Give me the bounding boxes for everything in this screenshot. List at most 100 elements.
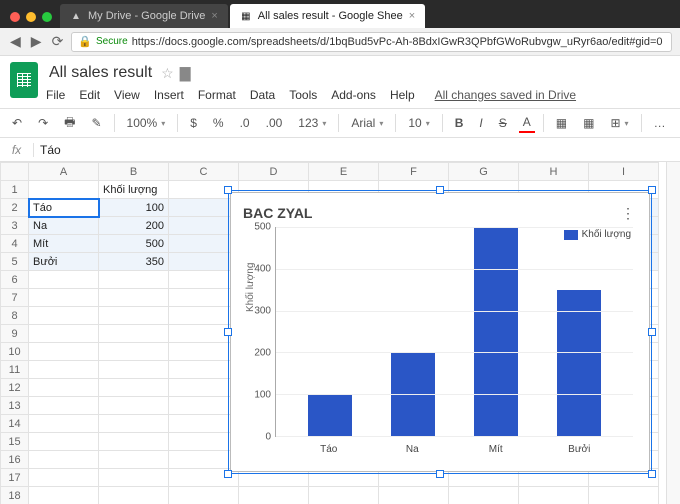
explore-sidebar-collapsed[interactable] xyxy=(666,162,680,504)
strikethrough-button[interactable]: S xyxy=(495,114,511,132)
cell[interactable] xyxy=(169,397,239,415)
cell[interactable] xyxy=(169,379,239,397)
row-header[interactable]: 11 xyxy=(1,361,29,379)
cell[interactable] xyxy=(169,253,239,271)
row-header[interactable]: 4 xyxy=(1,235,29,253)
row-header[interactable]: 10 xyxy=(1,343,29,361)
folder-icon[interactable]: ▇ xyxy=(180,65,191,82)
chart-menu-icon[interactable]: ⋮ xyxy=(621,205,635,222)
cell[interactable] xyxy=(519,487,589,504)
row-header[interactable]: 8 xyxy=(1,307,29,325)
cell[interactable] xyxy=(99,343,169,361)
row-header[interactable]: 2 xyxy=(1,199,29,217)
close-tab-icon[interactable]: × xyxy=(211,10,217,22)
row-header[interactable]: 3 xyxy=(1,217,29,235)
cell[interactable] xyxy=(449,487,519,504)
cell[interactable] xyxy=(169,217,239,235)
redo-button[interactable]: ↷ xyxy=(34,114,52,132)
forward-button[interactable]: ▶ xyxy=(29,33,44,50)
cell[interactable] xyxy=(169,469,239,487)
row-header[interactable]: 13 xyxy=(1,397,29,415)
row-header[interactable]: 5 xyxy=(1,253,29,271)
column-header[interactable]: I xyxy=(589,163,659,181)
cell[interactable] xyxy=(29,325,99,343)
cell[interactable] xyxy=(99,415,169,433)
select-all-cell[interactable] xyxy=(1,163,29,181)
row-header[interactable]: 1 xyxy=(1,181,29,199)
document-title[interactable]: All sales result xyxy=(46,62,155,84)
cell[interactable] xyxy=(99,397,169,415)
decrease-decimal-button[interactable]: .0 xyxy=(236,114,254,132)
column-header[interactable]: D xyxy=(239,163,309,181)
browser-tab-sheets[interactable]: ▦ All sales result - Google Shee × xyxy=(230,4,425,28)
cell[interactable] xyxy=(169,181,239,199)
cell[interactable] xyxy=(29,451,99,469)
font-size-dropdown[interactable]: 10 xyxy=(404,114,433,132)
paint-format-button[interactable]: ✎ xyxy=(87,114,105,132)
more-toolbar-button[interactable]: … xyxy=(650,114,670,132)
cell[interactable] xyxy=(169,307,239,325)
menu-data[interactable]: Data xyxy=(250,88,275,102)
menu-view[interactable]: View xyxy=(114,88,140,102)
cell[interactable] xyxy=(29,397,99,415)
currency-button[interactable]: $ xyxy=(186,114,201,132)
menu-addons[interactable]: Add-ons xyxy=(331,88,376,102)
cell[interactable] xyxy=(29,379,99,397)
cell[interactable] xyxy=(29,343,99,361)
row-header[interactable]: 15 xyxy=(1,433,29,451)
cell[interactable] xyxy=(99,271,169,289)
cell[interactable] xyxy=(29,469,99,487)
cell[interactable]: 200 xyxy=(99,217,169,235)
cell[interactable] xyxy=(169,361,239,379)
window-controls[interactable] xyxy=(4,12,60,28)
cell[interactable] xyxy=(309,487,379,504)
cell[interactable] xyxy=(99,289,169,307)
merge-button[interactable]: ⊞ xyxy=(606,114,632,132)
cell[interactable] xyxy=(169,451,239,469)
percent-button[interactable]: % xyxy=(209,114,228,132)
cell[interactable]: Bưởi xyxy=(29,253,99,271)
column-header[interactable]: A xyxy=(29,163,99,181)
column-header[interactable]: F xyxy=(379,163,449,181)
cell[interactable] xyxy=(99,361,169,379)
more-formats-dropdown[interactable]: 123 xyxy=(294,114,330,132)
cell[interactable]: Khối lượng xyxy=(99,181,169,199)
print-button[interactable]: 🖶 xyxy=(60,111,79,136)
cell[interactable] xyxy=(29,487,99,504)
row-header[interactable]: 12 xyxy=(1,379,29,397)
zoom-dropdown[interactable]: 100% xyxy=(123,114,170,132)
italic-button[interactable]: I xyxy=(475,114,486,132)
cell[interactable] xyxy=(99,487,169,504)
cell[interactable] xyxy=(239,487,309,504)
menu-help[interactable]: Help xyxy=(390,88,415,102)
row-header[interactable]: 7 xyxy=(1,289,29,307)
cell[interactable] xyxy=(169,487,239,504)
cell[interactable] xyxy=(29,289,99,307)
fill-color-button[interactable]: ▦ xyxy=(552,114,571,132)
cell[interactable] xyxy=(29,307,99,325)
cell[interactable]: 100 xyxy=(99,199,169,217)
cell[interactable] xyxy=(169,199,239,217)
row-header[interactable]: 17 xyxy=(1,469,29,487)
reload-button[interactable]: ⟳ xyxy=(50,33,66,50)
cell[interactable] xyxy=(29,271,99,289)
formula-input[interactable]: Táo xyxy=(34,143,61,157)
cell[interactable] xyxy=(29,361,99,379)
cell[interactable] xyxy=(29,181,99,199)
cell[interactable] xyxy=(29,415,99,433)
undo-button[interactable]: ↶ xyxy=(8,114,26,132)
cell[interactable] xyxy=(589,487,659,504)
column-header[interactable]: H xyxy=(519,163,589,181)
cell[interactable] xyxy=(99,469,169,487)
column-header[interactable]: G xyxy=(449,163,519,181)
font-family-dropdown[interactable]: Arial xyxy=(347,114,387,132)
close-tab-icon[interactable]: × xyxy=(409,10,415,22)
cell[interactable]: 500 xyxy=(99,235,169,253)
text-color-button[interactable]: A xyxy=(519,113,535,133)
row-header[interactable]: 14 xyxy=(1,415,29,433)
cell[interactable] xyxy=(169,235,239,253)
cell[interactable]: Mít xyxy=(29,235,99,253)
back-button[interactable]: ◀ xyxy=(8,33,23,50)
bold-button[interactable]: B xyxy=(451,114,468,132)
cell[interactable]: Na xyxy=(29,217,99,235)
